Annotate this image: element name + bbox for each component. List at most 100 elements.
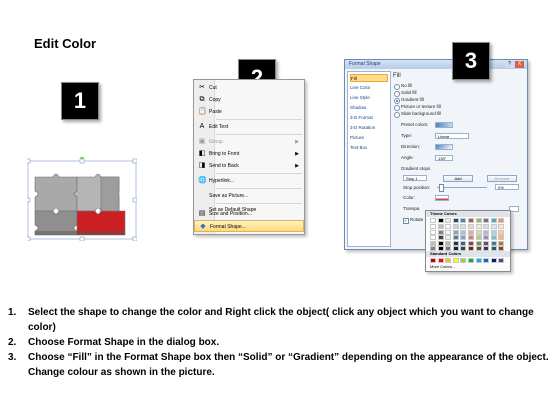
theme-color-swatch[interactable] bbox=[483, 218, 490, 223]
puzzle-shape[interactable] bbox=[25, 155, 138, 242]
theme-color-swatch[interactable] bbox=[468, 246, 474, 251]
theme-color-swatch[interactable] bbox=[490, 224, 497, 230]
stop-position-slider[interactable] bbox=[437, 187, 487, 188]
theme-color-swatch[interactable] bbox=[490, 240, 497, 246]
standard-color-swatch[interactable] bbox=[475, 258, 482, 263]
theme-color-swatch[interactable] bbox=[445, 240, 452, 246]
menu-item-paste[interactable]: 📋 Paste bbox=[194, 106, 304, 118]
radio-picture-fill[interactable] bbox=[394, 105, 400, 111]
theme-color-swatch[interactable] bbox=[483, 240, 490, 246]
theme-color-swatch[interactable] bbox=[460, 235, 467, 241]
theme-color-swatch[interactable] bbox=[445, 218, 452, 223]
menu-item-bring-to-front[interactable]: ◧ Bring to Front ▶ bbox=[194, 148, 304, 160]
rotate-checkbox[interactable]: ✓ bbox=[403, 218, 409, 224]
standard-color-swatch[interactable] bbox=[498, 258, 505, 263]
theme-color-swatch[interactable] bbox=[468, 235, 474, 241]
radio-slide-background-fill[interactable] bbox=[394, 112, 400, 118]
angle-input[interactable]: 135° bbox=[435, 155, 453, 161]
theme-color-swatch[interactable] bbox=[475, 240, 482, 246]
radio-no-fill[interactable] bbox=[394, 84, 400, 90]
more-colors-link[interactable]: More Colors... bbox=[430, 264, 455, 269]
radio-solid-fill[interactable] bbox=[394, 91, 400, 97]
theme-color-swatch[interactable] bbox=[498, 218, 505, 223]
standard-color-swatch[interactable] bbox=[430, 258, 436, 263]
menu-item-cut[interactable]: ✂ Cut bbox=[194, 82, 304, 94]
color-dropdown[interactable] bbox=[435, 195, 449, 201]
theme-color-swatch[interactable] bbox=[452, 240, 459, 246]
theme-color-swatch[interactable] bbox=[430, 224, 436, 230]
standard-color-swatch[interactable] bbox=[468, 258, 474, 263]
theme-color-swatch[interactable] bbox=[445, 235, 452, 241]
theme-color-swatch[interactable] bbox=[468, 218, 474, 223]
theme-color-swatch[interactable] bbox=[452, 246, 459, 251]
theme-color-swatch[interactable] bbox=[490, 246, 497, 251]
theme-color-swatch[interactable] bbox=[498, 229, 505, 235]
theme-color-swatch[interactable] bbox=[498, 224, 505, 230]
theme-color-swatch[interactable] bbox=[498, 235, 505, 241]
theme-color-swatch[interactable] bbox=[475, 229, 482, 235]
nav-item-3d-rotation[interactable]: 3-D Rotation bbox=[350, 124, 388, 132]
theme-color-swatch[interactable] bbox=[475, 224, 482, 230]
add-stop-button[interactable]: Add bbox=[443, 175, 473, 182]
nav-item-shadow[interactable]: Shadow bbox=[350, 104, 388, 112]
theme-color-swatch[interactable] bbox=[475, 218, 482, 223]
menu-item-edit-text[interactable]: A Edit Text bbox=[194, 121, 304, 133]
preset-colors-dropdown[interactable] bbox=[435, 122, 453, 128]
theme-color-swatch[interactable] bbox=[498, 240, 505, 246]
theme-color-swatch[interactable] bbox=[430, 229, 436, 235]
theme-color-swatch[interactable] bbox=[437, 229, 444, 235]
nav-item-3d-format[interactable]: 3-D Format bbox=[350, 114, 388, 122]
menu-item-size-position[interactable]: ▤ Size and Position... bbox=[194, 208, 304, 220]
menu-item-hyperlink[interactable]: 🌐 Hyperlink... bbox=[194, 175, 304, 187]
theme-color-swatch[interactable] bbox=[445, 229, 452, 235]
theme-color-swatch[interactable] bbox=[430, 240, 436, 246]
standard-color-swatch[interactable] bbox=[445, 258, 452, 263]
nav-item-line-style[interactable]: Line Style bbox=[350, 94, 388, 102]
close-button[interactable]: X bbox=[515, 61, 524, 68]
menu-item-send-to-back[interactable]: ◨ Send to Back ▶ bbox=[194, 160, 304, 172]
theme-color-swatch[interactable] bbox=[468, 240, 474, 246]
nav-item-text-box[interactable]: Text Box bbox=[350, 144, 388, 152]
stop-dropdown[interactable]: Stop 1 bbox=[403, 175, 427, 181]
theme-color-swatch[interactable] bbox=[460, 229, 467, 235]
theme-color-swatch[interactable] bbox=[483, 246, 490, 251]
type-dropdown[interactable]: Linear bbox=[435, 133, 469, 139]
help-button[interactable]: ? bbox=[505, 61, 514, 68]
theme-color-swatch[interactable] bbox=[475, 235, 482, 241]
theme-color-swatch[interactable] bbox=[460, 218, 467, 223]
theme-color-swatch[interactable] bbox=[460, 224, 467, 230]
dialog-title-bar[interactable]: Format Shape ? X bbox=[345, 60, 527, 69]
theme-color-swatch[interactable] bbox=[490, 229, 497, 235]
theme-color-swatch[interactable] bbox=[445, 224, 452, 230]
theme-color-swatch[interactable] bbox=[437, 246, 444, 251]
theme-color-swatch[interactable] bbox=[460, 246, 467, 251]
standard-color-swatch[interactable] bbox=[460, 258, 467, 263]
theme-color-swatch[interactable] bbox=[475, 246, 482, 251]
theme-color-swatch[interactable] bbox=[490, 218, 497, 223]
theme-color-swatch[interactable] bbox=[437, 224, 444, 230]
theme-color-swatch[interactable] bbox=[468, 224, 474, 230]
theme-color-swatch[interactable] bbox=[460, 240, 467, 246]
nav-item-fill[interactable]: Fill bbox=[350, 74, 388, 82]
theme-color-swatch[interactable] bbox=[437, 235, 444, 241]
theme-color-swatch[interactable] bbox=[445, 246, 452, 251]
theme-color-swatch[interactable] bbox=[430, 235, 436, 241]
theme-color-swatch[interactable] bbox=[483, 224, 490, 230]
menu-item-save-as-picture[interactable]: Save as Picture... bbox=[194, 190, 304, 202]
standard-color-swatch[interactable] bbox=[452, 258, 459, 263]
theme-color-swatch[interactable] bbox=[437, 218, 444, 223]
theme-color-swatch[interactable] bbox=[483, 235, 490, 241]
direction-dropdown[interactable] bbox=[435, 144, 453, 150]
menu-item-group[interactable]: ▣ Group ▶ bbox=[194, 136, 304, 148]
menu-item-copy[interactable]: ⧉ Copy bbox=[194, 94, 304, 106]
theme-color-swatch[interactable] bbox=[468, 229, 474, 235]
standard-color-swatch[interactable] bbox=[483, 258, 490, 263]
theme-color-swatch[interactable] bbox=[452, 224, 459, 230]
theme-color-swatch[interactable] bbox=[452, 218, 459, 223]
theme-color-swatch[interactable] bbox=[430, 246, 436, 251]
theme-color-swatch[interactable] bbox=[483, 229, 490, 235]
theme-color-swatch[interactable] bbox=[498, 246, 505, 251]
theme-color-swatch[interactable] bbox=[430, 218, 436, 223]
nav-item-line-color[interactable]: Line Color bbox=[350, 84, 388, 92]
theme-color-swatch[interactable] bbox=[490, 235, 497, 241]
